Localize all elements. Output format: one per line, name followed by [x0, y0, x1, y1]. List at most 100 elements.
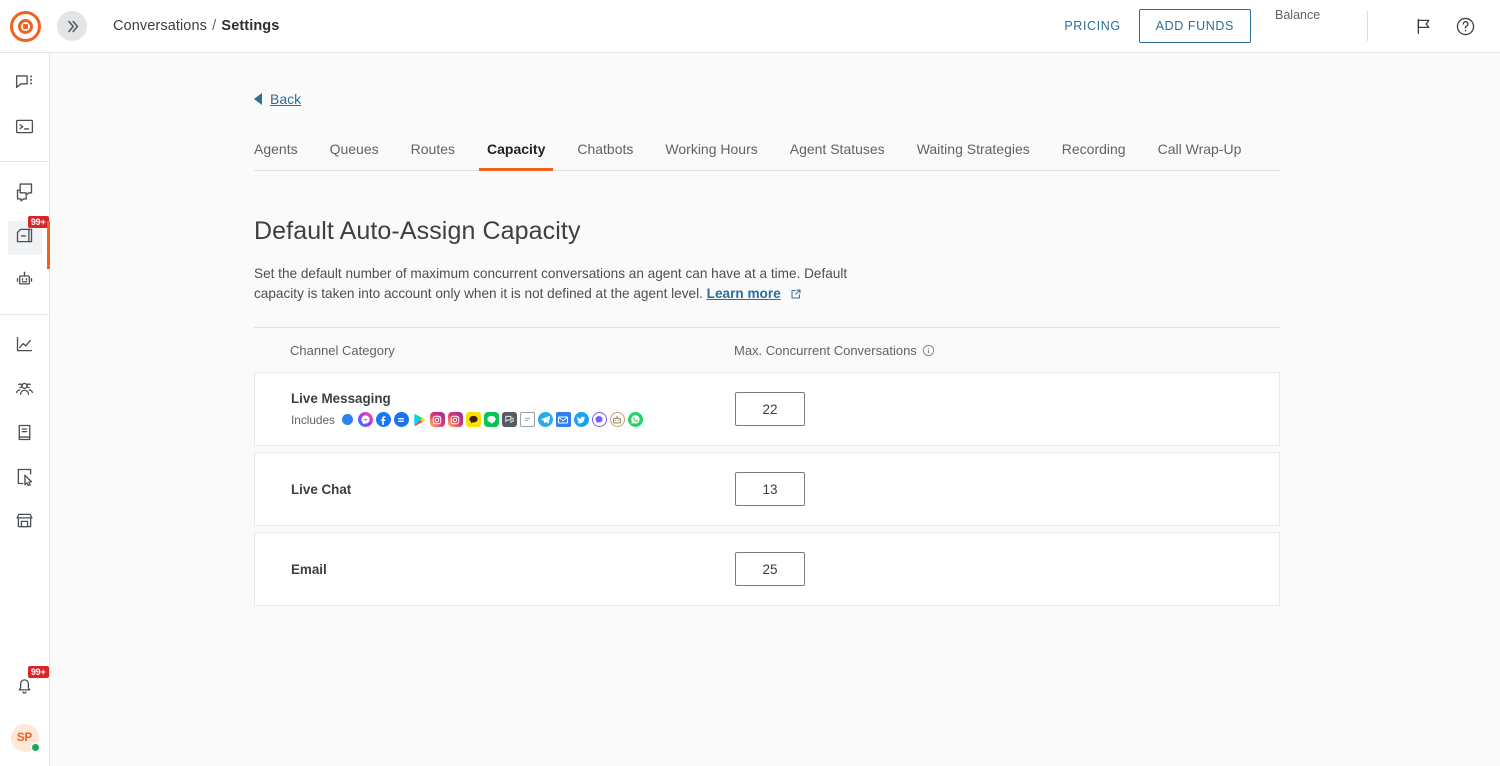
brand-target-logo[interactable]	[9, 10, 41, 42]
column-header-max-concurrent: Max. Concurrent Conversations	[734, 343, 935, 358]
breadcrumb-root[interactable]: Conversations	[113, 18, 207, 34]
inbox-badge: 99+	[27, 216, 49, 229]
header-divider	[1367, 11, 1368, 41]
category-name: Email	[291, 561, 327, 577]
column-header-channel-category: Channel Category	[290, 342, 395, 358]
settings-page: Back Agents Queues Routes Capacity Chatb…	[50, 53, 1500, 606]
settings-tabs: Agents Queues Routes Capacity Chatbots W…	[254, 141, 1280, 171]
balance-block: Balance	[1275, 0, 1361, 22]
tab-capacity[interactable]: Capacity	[471, 141, 561, 171]
info-icon[interactable]	[922, 344, 935, 357]
double-chevron-right-icon[interactable]	[57, 11, 87, 41]
sidebar-item-marketplace[interactable]	[8, 506, 42, 540]
bot-icon	[609, 412, 625, 427]
campaign-cursor-icon	[14, 466, 35, 492]
conversations-icon	[14, 72, 35, 98]
sidebar-item-chatbots[interactable]	[8, 265, 42, 299]
contacts-users-icon	[14, 378, 35, 404]
pricing-link[interactable]: PRICING	[1064, 19, 1120, 33]
capacity-input-email[interactable]	[735, 552, 805, 586]
brand-logo-inner-ring	[17, 18, 33, 34]
capacity-input-live-chat[interactable]	[735, 472, 805, 506]
tab-chatbots[interactable]: Chatbots	[561, 141, 649, 170]
form-note-icon	[519, 412, 535, 427]
sidebar-item-copy[interactable]	[8, 177, 42, 211]
category-name: Live Messaging	[291, 391, 391, 406]
table-row: Live Chat	[254, 452, 1280, 526]
main-content: Back Agents Queues Routes Capacity Chatb…	[50, 53, 1500, 766]
viber-icon	[591, 412, 607, 427]
sidebar-item-inbox[interactable]: 99+	[7, 216, 50, 269]
generic-message-icon	[341, 414, 353, 425]
avatar[interactable]: SP	[10, 724, 40, 752]
help-circle-icon[interactable]	[1455, 16, 1476, 37]
column-header-max-label: Max. Concurrent Conversations	[734, 342, 917, 358]
app-root: Conversations / Settings PRICING ADD FUN…	[0, 0, 1500, 766]
capacity-input-cell	[735, 472, 805, 506]
messenger-chat-icon	[393, 412, 409, 427]
back-link[interactable]: Back	[270, 91, 301, 107]
avatar-initials: SP	[16, 732, 33, 744]
copy-conversations-icon	[14, 181, 35, 207]
capacity-table: Live Messaging Includes 22 Live Chat 13 …	[254, 372, 1280, 606]
category-name: Live Chat	[291, 481, 352, 497]
tab-routes[interactable]: Routes	[395, 141, 471, 170]
left-nav-rail: 99+ 99+ SP	[0, 53, 50, 766]
bell-icon	[14, 675, 35, 701]
page-description: Set the default number of maximum concur…	[254, 264, 854, 306]
add-funds-button[interactable]: ADD FUNDS	[1138, 8, 1251, 44]
sidebar-item-contacts[interactable]	[8, 374, 42, 408]
analytics-chart-icon	[14, 334, 35, 360]
tab-call-wrap-up[interactable]: Call Wrap-Up	[1142, 141, 1258, 170]
breadcrumb-current: Settings	[221, 18, 280, 34]
sidebar-item-console[interactable]	[8, 112, 42, 146]
row-category-email: Email	[291, 562, 735, 577]
marketplace-store-icon	[14, 510, 35, 536]
facebook-messenger-icon	[357, 412, 373, 427]
facebook-icon	[375, 412, 391, 427]
rail-divider-1	[0, 161, 49, 162]
sidebar-item-notifications[interactable]: 99+	[8, 666, 49, 705]
back-row[interactable]: Back	[254, 91, 1500, 107]
breadcrumb: Conversations / Settings	[113, 18, 279, 34]
tab-waiting-strategies[interactable]: Waiting Strategies	[901, 141, 1046, 170]
tab-agents[interactable]: Agents	[254, 141, 314, 170]
megaphone-icon[interactable]	[1414, 16, 1435, 37]
sidebar-item-analytics[interactable]	[8, 330, 42, 364]
capacity-input-live-messaging[interactable]	[735, 392, 805, 426]
tab-queues[interactable]: Queues	[314, 141, 395, 170]
external-link-icon[interactable]	[790, 286, 802, 306]
google-play-icon	[412, 412, 427, 427]
page-title: Default Auto-Assign Capacity	[254, 217, 581, 245]
sidebar-item-conversations[interactable]	[8, 68, 42, 102]
row-category-live-messaging: Live Messaging Includes	[291, 391, 735, 427]
balance-label: Balance	[1275, 8, 1321, 22]
breadcrumb-separator: /	[212, 18, 217, 34]
knowledge-book-icon	[14, 422, 35, 448]
top-header-bar: Conversations / Settings PRICING ADD FUN…	[0, 0, 1500, 53]
rail-divider-2	[0, 314, 49, 315]
instagram-icon	[429, 412, 445, 427]
chatbot-robot-icon	[14, 269, 35, 295]
line-icon	[483, 412, 499, 427]
email-icon	[555, 412, 571, 427]
table-row: Email	[254, 532, 1280, 606]
rail-group-1	[0, 53, 49, 151]
tab-working-hours[interactable]: Working Hours	[649, 141, 773, 170]
telegram-icon	[537, 412, 553, 427]
twitter-icon	[573, 412, 589, 427]
sidebar-item-campaigns[interactable]	[8, 462, 42, 496]
tab-recording[interactable]: Recording	[1046, 141, 1142, 170]
sidebar-item-knowledge-base[interactable]	[8, 418, 42, 452]
table-header: Channel Category Max. Concurrent Convers…	[254, 328, 1280, 372]
tab-agent-statuses[interactable]: Agent Statuses	[774, 141, 901, 170]
learn-more-link[interactable]: Learn more	[707, 286, 781, 301]
avatar-status-dot	[30, 743, 40, 752]
brand-logo-wrap	[0, 10, 50, 42]
header-actions: PRICING ADD FUNDS Balance	[1064, 0, 1500, 52]
capacity-input-cell	[735, 392, 805, 426]
brand-logo-core	[22, 23, 28, 29]
inbox-icon	[14, 225, 35, 251]
rail-group-3	[0, 325, 49, 545]
terminal-icon	[14, 116, 35, 142]
